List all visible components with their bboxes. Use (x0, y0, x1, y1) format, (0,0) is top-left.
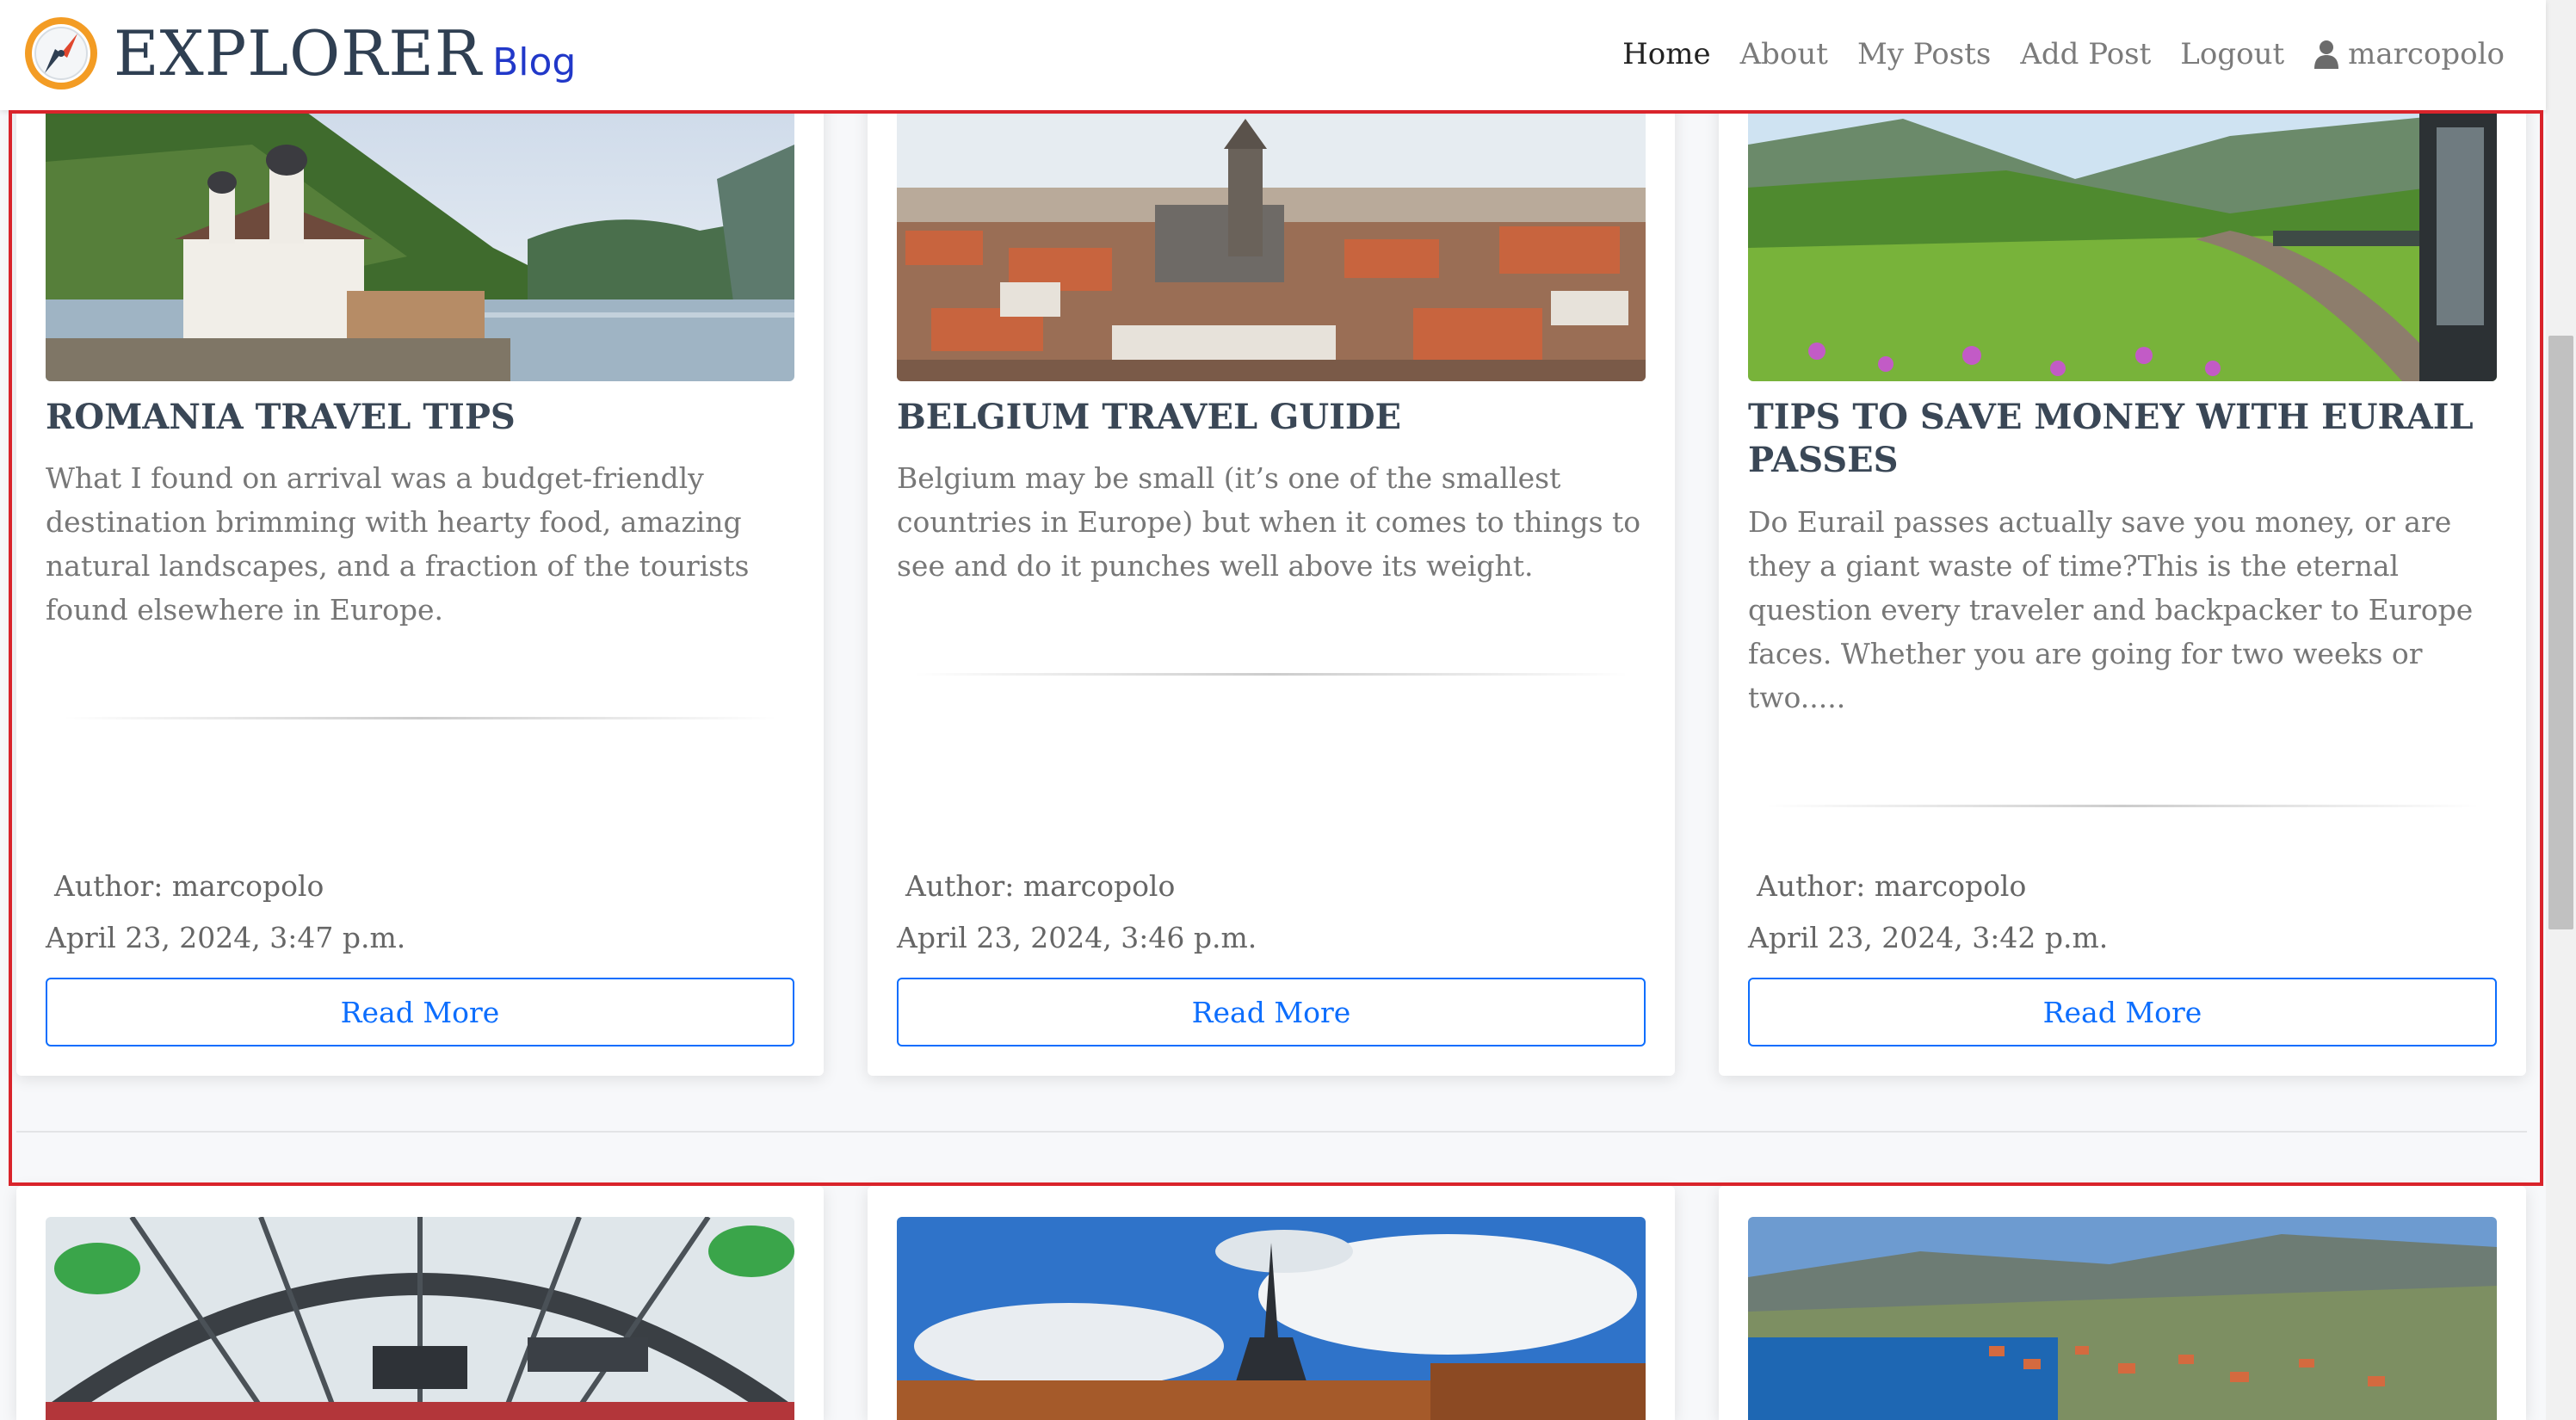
post-image (46, 1217, 794, 1420)
section-divider (16, 1131, 2527, 1133)
post-card (16, 1186, 824, 1420)
brand[interactable]: EXPLORER Blog (22, 10, 576, 96)
nav-user[interactable]: marcopolo (2313, 37, 2505, 71)
post-image (46, 110, 794, 381)
card-divider (63, 717, 777, 719)
top-navbar: EXPLORER Blog Home About My Posts Add Po… (0, 0, 2546, 110)
post-date: April 23, 2024, 3:46 p.m. (897, 921, 1257, 954)
nav-about[interactable]: About (1740, 37, 1828, 71)
username: marcopolo (2348, 37, 2505, 71)
train-station-photo (46, 1217, 794, 1420)
post-author: Author: marcopolo (1757, 869, 2027, 903)
post-author: Author: marcopolo (905, 869, 1176, 903)
post-author: Author: marcopolo (54, 869, 324, 903)
eiffel-tower-photo (897, 1217, 1646, 1420)
user-icon (2314, 40, 2339, 69)
post-image (1748, 1217, 2497, 1420)
compass-icon (25, 17, 97, 90)
nav-my-posts[interactable]: My Posts (1857, 37, 1991, 71)
post-excerpt: Do Eurail passes actually save you money… (1748, 505, 2474, 714)
read-more-button[interactable]: Read More (46, 978, 794, 1046)
post-title[interactable]: ROMANIA TRAVEL TIPS (46, 396, 794, 439)
card-divider (1765, 805, 2480, 807)
brand-title: EXPLORER (114, 17, 483, 90)
post-card: ROMANIA TRAVEL TIPS What I found on arri… (16, 0, 824, 1076)
read-more-button[interactable]: Read More (1748, 978, 2497, 1046)
post-excerpt: Belgium may be small (it’s one of the sm… (897, 461, 1641, 583)
post-image (1748, 110, 2497, 381)
nav-home[interactable]: Home (1622, 37, 1710, 71)
post-card: TIPS TO SAVE MONEY WITH EURAIL PASSES Do… (1719, 0, 2526, 1076)
city-skyline-photo (897, 110, 1646, 381)
post-date: April 23, 2024, 3:42 p.m. (1748, 921, 2109, 954)
monastery-by-river-photo (46, 110, 794, 381)
train-valley-photo (1748, 110, 2497, 381)
read-more-button[interactable]: Read More (897, 978, 1646, 1046)
post-title[interactable]: BELGIUM TRAVEL GUIDE (897, 396, 1646, 439)
post-title[interactable]: TIPS TO SAVE MONEY WITH EURAIL PASSES (1748, 396, 2497, 482)
post-image (897, 1217, 1646, 1420)
scrollbar-track[interactable] (2546, 0, 2576, 1420)
post-card: BELGIUM TRAVEL GUIDE Belgium may be smal… (868, 0, 1675, 1076)
brand-subtitle: Blog (492, 40, 577, 84)
post-date: April 23, 2024, 3:47 p.m. (46, 921, 406, 954)
post-image (897, 110, 1646, 381)
post-card (868, 1186, 1675, 1420)
nav-add-post[interactable]: Add Post (2020, 37, 2151, 71)
coastal-town-photo (1748, 1217, 2497, 1420)
scrollbar-thumb[interactable] (2548, 336, 2573, 929)
post-card (1719, 1186, 2526, 1420)
post-excerpt: What I found on arrival was a budget-fri… (46, 461, 750, 627)
nav-logout[interactable]: Logout (2180, 37, 2284, 71)
main-nav: Home About My Posts Add Post Logout marc… (1593, 26, 2505, 83)
card-divider (914, 673, 1628, 676)
